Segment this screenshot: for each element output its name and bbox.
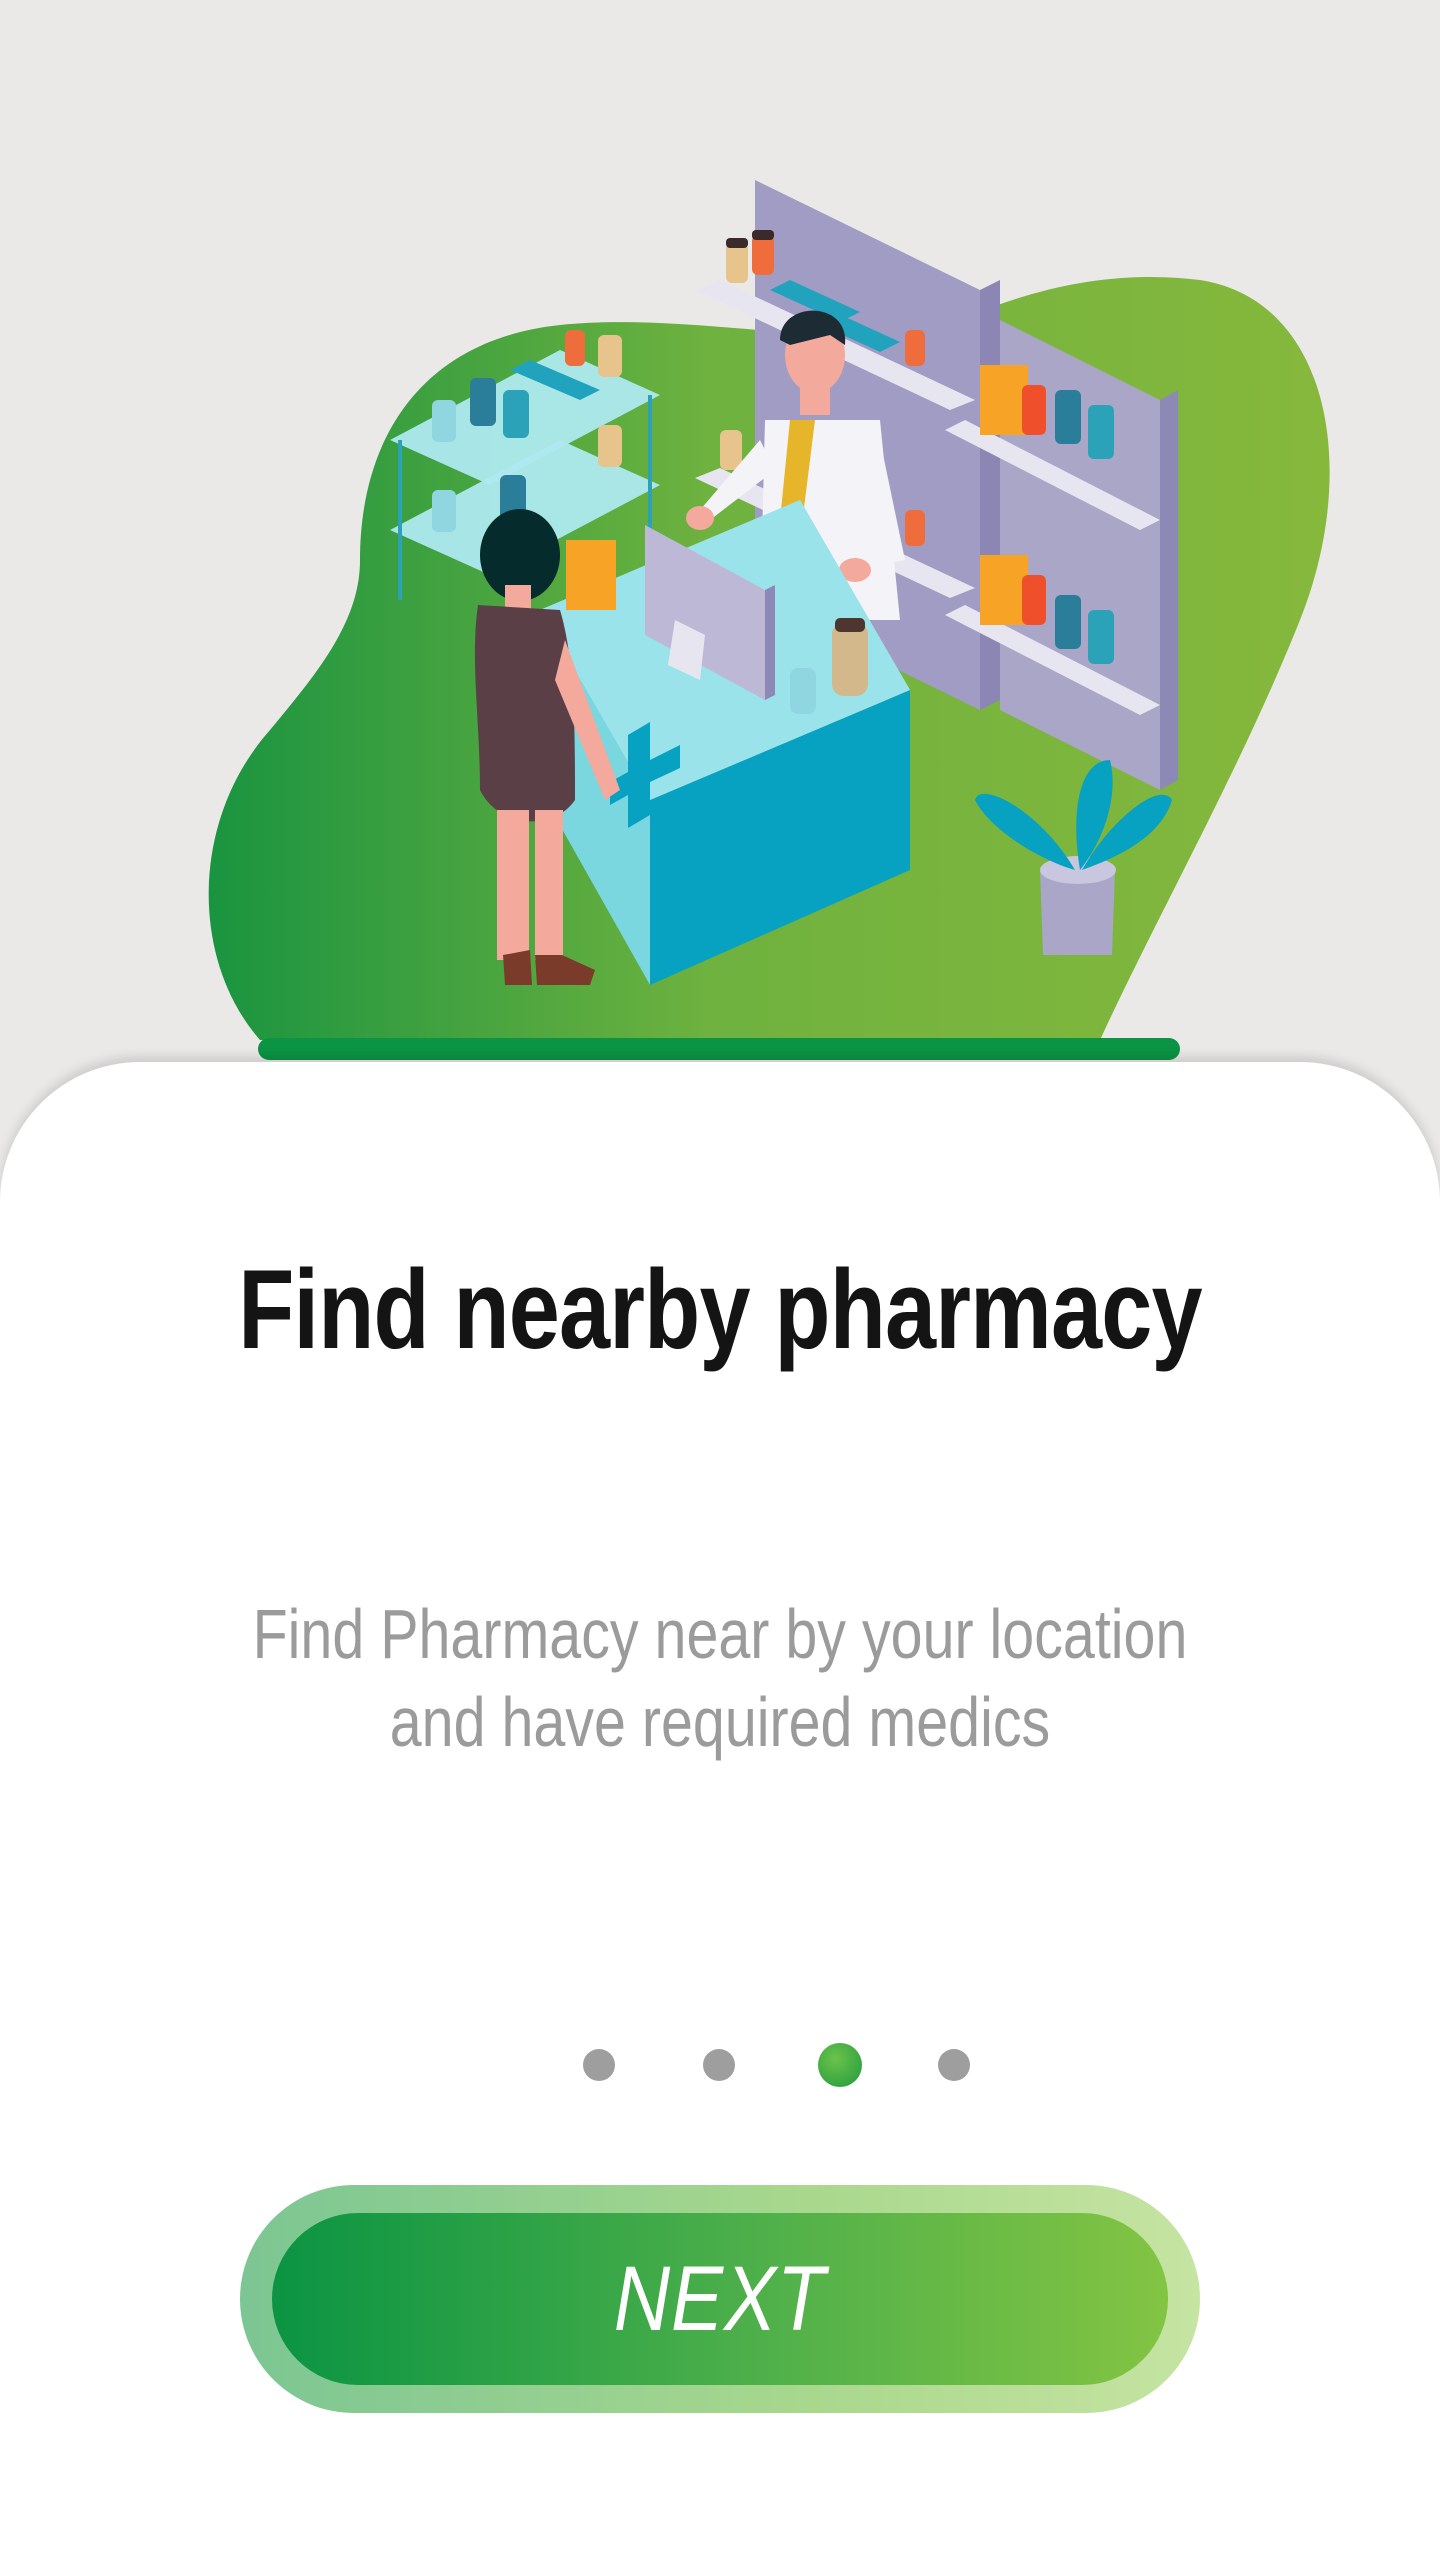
page-indicator xyxy=(0,2040,1440,2090)
next-button-label: NEXT xyxy=(614,2247,826,2350)
hero-illustration xyxy=(0,0,1440,1080)
description-line: and have required medics xyxy=(389,1683,1051,1761)
page-dot-1[interactable] xyxy=(583,2049,615,2081)
description-line: Find Pharmacy near by your location xyxy=(252,1595,1188,1673)
next-button-fill[interactable]: NEXT xyxy=(272,2213,1168,2385)
next-button[interactable]: NEXT xyxy=(240,2185,1200,2413)
onboarding-title: Find nearby pharmacy xyxy=(238,1247,1202,1372)
pharmacy-illustration-icon xyxy=(208,180,1330,1060)
page-dot-2[interactable] xyxy=(703,2049,735,2081)
onboarding-description: Find Pharmacy near by your location and … xyxy=(130,1590,1311,1766)
page-dot-4[interactable] xyxy=(938,2049,970,2081)
page-dot-3-active[interactable] xyxy=(818,2043,862,2087)
